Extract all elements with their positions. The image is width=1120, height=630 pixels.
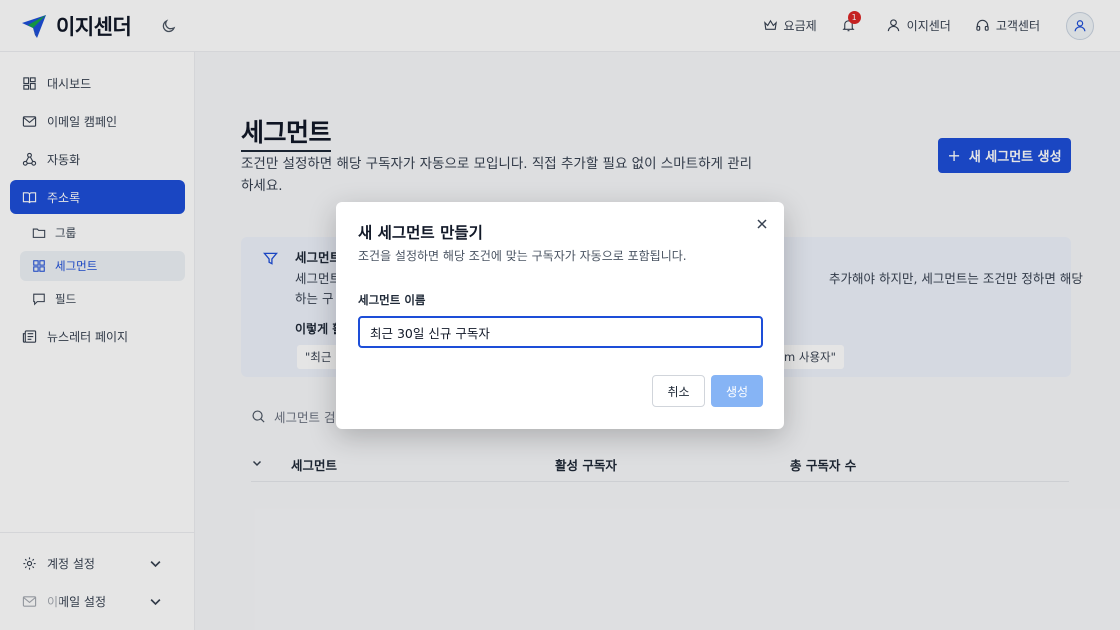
create-button[interactable]: 생성 (711, 375, 763, 407)
modal-title: 새 세그먼트 만들기 (358, 224, 483, 242)
close-icon (757, 219, 767, 229)
modal-description: 조건을 설정하면 해당 조건에 맞는 구독자가 자동으로 포함됩니다. (358, 249, 687, 263)
close-button[interactable] (754, 216, 770, 232)
cancel-button[interactable]: 취소 (652, 375, 705, 407)
create-segment-modal: 새 세그먼트 만들기 조건을 설정하면 해당 조건에 맞는 구독자가 자동으로 … (336, 202, 784, 429)
segment-name-label: 세그먼트 이름 (358, 293, 426, 307)
segment-name-input[interactable] (358, 316, 763, 348)
